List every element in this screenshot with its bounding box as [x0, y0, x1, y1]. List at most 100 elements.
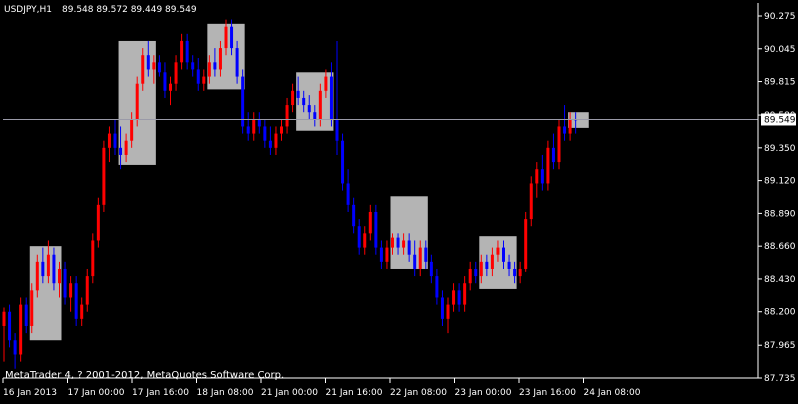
- candle-body: [402, 240, 406, 248]
- candle-body: [452, 290, 456, 305]
- candle-body: [58, 268, 61, 284]
- candle-body: [63, 268, 67, 298]
- candle: [557, 119, 561, 170]
- candle-body: [291, 90, 295, 106]
- candle-body: [335, 119, 339, 141]
- candle-body: [502, 247, 505, 262]
- candle-body: [107, 133, 111, 148]
- candle-body: [85, 276, 89, 305]
- candle-body: [557, 126, 561, 163]
- time-tick-label: 17 Jan 16:00: [132, 388, 189, 398]
- candle-body: [507, 261, 511, 269]
- candle-body: [224, 26, 228, 49]
- candle-body: [424, 247, 428, 262]
- candle-body: [307, 105, 311, 113]
- candle-body: [74, 283, 78, 319]
- candle-body: [2, 311, 6, 326]
- candle-body: [463, 283, 467, 305]
- current-price-value: 89.549: [764, 115, 796, 125]
- candle-body: [518, 268, 522, 277]
- candle-body: [257, 119, 261, 127]
- candle-body: [368, 211, 372, 234]
- price-tick-label: 87.965: [764, 341, 796, 351]
- price-chart[interactable]: 90.27590.04589.81589.58089.35089.12088.8…: [0, 0, 798, 400]
- candle-body: [385, 247, 389, 262]
- candle-body: [329, 76, 333, 120]
- candle-body: [413, 254, 417, 269]
- candle-body: [185, 40, 189, 63]
- time-tick-label: 17 Jan 00:00: [68, 388, 125, 398]
- price-tick-label: 88.890: [764, 209, 796, 219]
- candle-body: [535, 169, 539, 184]
- range-box: [29, 246, 62, 341]
- candle-body: [163, 72, 167, 91]
- candle: [19, 297, 23, 362]
- candle-body: [96, 204, 100, 241]
- candle-body: [8, 311, 12, 341]
- candle-body: [429, 261, 433, 277]
- time-tick-label: 21 Jan 16:00: [326, 388, 383, 398]
- price-tick-label: 87.735: [764, 374, 796, 384]
- candle-body: [280, 126, 283, 134]
- candle-body: [546, 147, 550, 184]
- candle-body: [474, 268, 478, 277]
- chart-window[interactable]: 90.27590.04589.81589.58089.35089.12088.8…: [0, 0, 798, 400]
- candle-body: [157, 62, 161, 73]
- candle-body: [218, 48, 222, 70]
- candle-body: [246, 126, 250, 134]
- candle-body: [41, 261, 45, 277]
- candle-body: [563, 126, 567, 134]
- candle-body: [274, 133, 278, 148]
- candle-body: [407, 240, 411, 255]
- candle: [102, 140, 106, 212]
- candle-body: [529, 183, 533, 220]
- candle-body: [302, 97, 306, 106]
- candle-body: [568, 119, 572, 134]
- candle-body: [435, 276, 439, 298]
- candle-body: [346, 183, 350, 205]
- candle-body: [46, 254, 50, 277]
- candle: [74, 276, 78, 326]
- price-tick-label: 88.430: [764, 275, 796, 285]
- candle: [524, 211, 528, 272]
- candle-body: [207, 62, 211, 77]
- symbol-timeframe: USDJPY,H1: [4, 5, 52, 15]
- candle-body: [296, 90, 300, 98]
- candle-body: [263, 126, 267, 141]
- candle: [341, 133, 345, 191]
- candle: [91, 233, 95, 284]
- candle-body: [30, 290, 34, 326]
- candle-body: [363, 233, 367, 248]
- candle-body: [252, 119, 256, 134]
- candle: [96, 197, 100, 248]
- time-tick-label: 16 Jan 2013: [3, 388, 57, 398]
- candle-body: [119, 147, 123, 155]
- candle-body: [513, 268, 517, 277]
- candle-body: [213, 62, 217, 70]
- candle-body: [174, 62, 178, 84]
- candle-body: [19, 304, 23, 355]
- price-tick-label: 89.350: [764, 144, 796, 154]
- candle-body: [418, 247, 422, 269]
- candle-body: [352, 204, 356, 227]
- candle-body: [540, 169, 544, 184]
- candle-body: [313, 112, 317, 120]
- candle-body: [468, 268, 472, 284]
- candle-body: [285, 105, 289, 127]
- candle-body: [391, 237, 394, 248]
- price-tick-label: 90.045: [764, 45, 796, 55]
- ohlc-values: 89.548 89.572 89.449 89.549: [62, 5, 197, 15]
- candle-body: [457, 290, 461, 305]
- candle: [241, 69, 245, 134]
- candle-body: [130, 119, 134, 141]
- candle-body: [490, 254, 494, 269]
- candle-body: [551, 147, 555, 163]
- candle-body: [374, 211, 378, 248]
- candle-body: [341, 140, 345, 184]
- candle-body: [24, 304, 28, 326]
- candle-body: [191, 62, 195, 70]
- candle: [546, 140, 550, 191]
- time-tick-label: 23 Jan 00:00: [455, 388, 512, 398]
- time-tick-label: 22 Jan 08:00: [390, 388, 447, 398]
- price-tick-label: 89.815: [764, 78, 796, 88]
